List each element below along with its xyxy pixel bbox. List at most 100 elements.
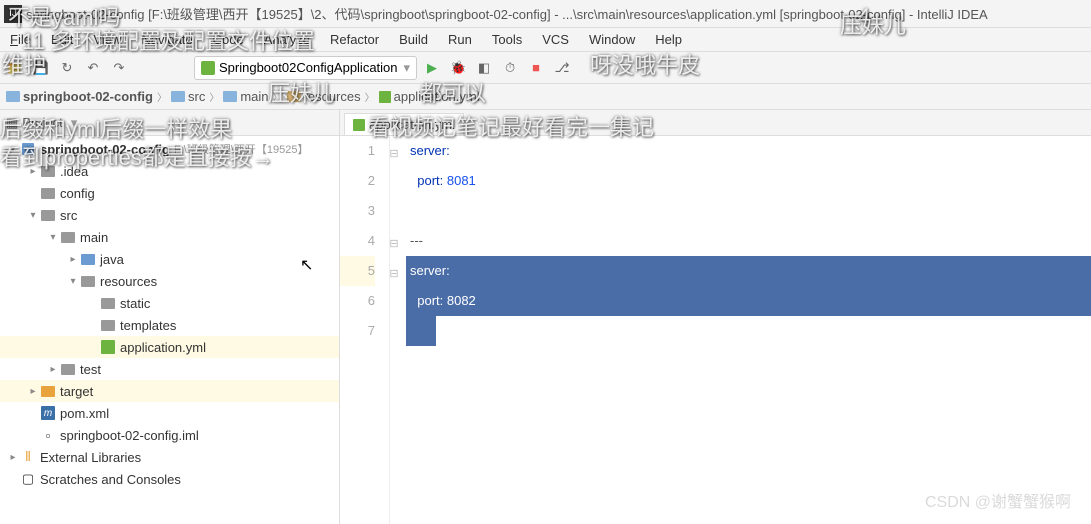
- breadcrumb-root[interactable]: springboot-02-config: [6, 89, 153, 104]
- chevron-down-icon: ▾: [404, 60, 411, 76]
- tree-external-libraries[interactable]: ⫴ External Libraries: [0, 446, 339, 468]
- menu-navigate[interactable]: Navigate: [135, 30, 198, 49]
- tree-root[interactable]: springboot-02-config F:\班级管理\西开【19525】: [0, 138, 339, 160]
- menu-build[interactable]: Build: [393, 30, 434, 49]
- code-area[interactable]: server: port: 8081 --- server: port: 808…: [406, 136, 1091, 524]
- expand-icon[interactable]: [26, 166, 40, 177]
- tree-test[interactable]: test: [0, 358, 339, 380]
- tree-label: springboot-02-config.iml: [60, 428, 199, 443]
- refresh-icon[interactable]: ↻: [56, 57, 78, 79]
- maven-icon: m: [41, 406, 55, 420]
- editor: application.yml 1 2 3 4 5 6 7 ⊟ ⊟ ⊟ serv…: [340, 110, 1091, 524]
- menu-edit[interactable]: Edit: [45, 30, 79, 49]
- tree-label: resources: [100, 274, 157, 289]
- vcs-icon[interactable]: ⎇: [551, 57, 573, 79]
- mouse-cursor: ↖: [300, 255, 313, 275]
- project-panel-header[interactable]: ▦ Project ▾: [0, 110, 339, 136]
- expand-icon[interactable]: [46, 232, 60, 243]
- debug-icon[interactable]: 🐞: [447, 57, 469, 79]
- tree-idea[interactable]: .idea: [0, 160, 339, 182]
- tree-label: External Libraries: [40, 450, 141, 465]
- breadcrumb-resources[interactable]: resources: [287, 89, 361, 104]
- folder-icon: [41, 188, 55, 199]
- menu-refactor[interactable]: Refactor: [324, 30, 385, 49]
- editor-body[interactable]: 1 2 3 4 5 6 7 ⊟ ⊟ ⊟ server: port: 8081 -…: [340, 136, 1091, 524]
- editor-tabs: application.yml: [340, 110, 1091, 136]
- tree-src[interactable]: src: [0, 204, 339, 226]
- editor-tab-application-yml[interactable]: application.yml: [344, 113, 464, 135]
- expand-icon[interactable]: [6, 452, 20, 463]
- tree-application-yml[interactable]: application.yml: [0, 336, 339, 358]
- code-token: port:: [417, 173, 443, 188]
- breadcrumb-file[interactable]: application.yml: [379, 89, 480, 104]
- folder-icon: [41, 166, 55, 177]
- line-number: 7: [340, 316, 375, 346]
- springboot-icon: [201, 61, 215, 75]
- expand-icon[interactable]: [6, 144, 20, 155]
- tree-scratches[interactable]: ▢ Scratches and Consoles: [0, 468, 339, 490]
- tree-resources[interactable]: resources: [0, 270, 339, 292]
- menu-help[interactable]: Help: [649, 30, 688, 49]
- stop-icon[interactable]: ■: [525, 57, 547, 79]
- menu-analyze[interactable]: Analyze: [258, 30, 316, 49]
- iml-icon: ▫: [40, 428, 56, 442]
- profile-icon[interactable]: ⏱: [499, 57, 521, 79]
- breadcrumbs: springboot-02-config 〉 src 〉 main 〉 reso…: [0, 84, 1091, 110]
- menu-bar: FFileile Edit View Navigate Code Analyze…: [0, 28, 1091, 52]
- expand-icon[interactable]: [26, 386, 40, 397]
- folder-icon: [171, 91, 185, 102]
- folder-icon: [101, 320, 115, 331]
- menu-tools[interactable]: Tools: [486, 30, 528, 49]
- fold-icon[interactable]: ⊟: [388, 139, 400, 169]
- menu-window[interactable]: Window: [583, 30, 641, 49]
- tree-label: target: [60, 384, 93, 399]
- redo-icon[interactable]: ↷: [108, 57, 130, 79]
- folder-icon: [101, 298, 115, 309]
- folder-icon: [81, 276, 95, 287]
- watermark: CSDN @谢蟹蟹猴啊: [925, 488, 1071, 512]
- menu-file[interactable]: FFileile: [4, 30, 37, 49]
- tree-target[interactable]: target: [0, 380, 339, 402]
- line-number: 6: [340, 286, 375, 316]
- run-config-dropdown[interactable]: Springboot02ConfigApplication ▾: [194, 56, 417, 80]
- tree-label: src: [60, 208, 77, 223]
- tree-pom[interactable]: m pom.xml: [0, 402, 339, 424]
- tree-label: .idea: [60, 164, 88, 179]
- fold-icon[interactable]: ⊟: [388, 259, 400, 289]
- fold-icon[interactable]: ⊟: [388, 229, 400, 259]
- tree-static[interactable]: static: [0, 292, 339, 314]
- tree-label: application.yml: [120, 340, 206, 355]
- chevron-icon: 〉: [273, 89, 283, 104]
- tree-java[interactable]: java: [0, 248, 339, 270]
- run-icon[interactable]: ▶: [421, 57, 443, 79]
- save-icon[interactable]: 💾: [30, 57, 52, 79]
- menu-view[interactable]: View: [87, 30, 127, 49]
- app-icon: IJ: [4, 5, 22, 23]
- folder-icon: [81, 254, 95, 265]
- menu-code[interactable]: Code: [207, 30, 250, 49]
- tree-config[interactable]: config: [0, 182, 339, 204]
- coverage-icon[interactable]: ◧: [473, 57, 495, 79]
- expand-icon[interactable]: [66, 254, 80, 265]
- tree-label: main: [80, 230, 108, 245]
- code-token: 8082: [443, 293, 476, 308]
- breadcrumb-src[interactable]: src: [171, 89, 205, 104]
- tree-iml[interactable]: ▫ springboot-02-config.iml: [0, 424, 339, 446]
- title-text: springboot-02-config [F:\班级管理\西开【19525】\…: [26, 4, 988, 23]
- tree-templates[interactable]: templates: [0, 314, 339, 336]
- menu-run[interactable]: Run: [442, 30, 478, 49]
- selection: server: port: 8082: [406, 256, 1091, 316]
- folder-icon: [61, 364, 75, 375]
- menu-vcs[interactable]: VCS: [536, 30, 575, 49]
- expand-icon[interactable]: [66, 276, 80, 287]
- code-token: server:: [410, 263, 450, 278]
- code-token: port:: [417, 293, 443, 308]
- undo-icon[interactable]: ↶: [82, 57, 104, 79]
- breadcrumb-main[interactable]: main: [223, 89, 268, 104]
- expand-icon[interactable]: [26, 210, 40, 221]
- tree-main[interactable]: main: [0, 226, 339, 248]
- tree-label: java: [100, 252, 124, 267]
- expand-icon[interactable]: [46, 364, 60, 375]
- open-icon[interactable]: 📁: [4, 57, 26, 79]
- scratches-icon: ▢: [20, 472, 36, 486]
